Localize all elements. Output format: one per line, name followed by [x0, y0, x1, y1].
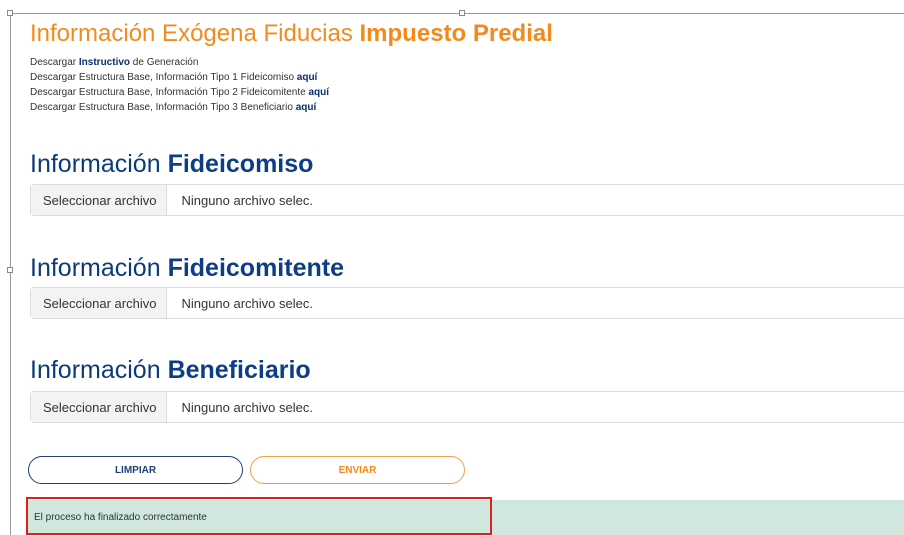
resize-handle-top-center[interactable] — [459, 10, 465, 16]
section-title-light: Información — [30, 150, 168, 178]
success-alert-message: El proceso ha finalizado correctamente — [34, 512, 207, 523]
download-tipo1-text: Descargar Estructura Base, Información T… — [30, 72, 297, 83]
select-file-button-fideicomitente[interactable]: Seleccionar archivo — [31, 288, 168, 318]
download-suffix: de Generación — [130, 57, 199, 68]
file-status-beneficiario: Ninguno archivo selec. — [181, 399, 313, 415]
download-tipo3-link[interactable]: aquí — [296, 102, 317, 113]
resize-handle-middle-left[interactable] — [7, 267, 13, 273]
download-instructivo-row: Descargar Instructivo de Generación — [30, 55, 329, 70]
section-title-light: Información — [30, 356, 168, 384]
section-title-beneficiario: Información Beneficiario — [30, 356, 311, 385]
section-title-fideicomitente: Información Fideicomitente — [30, 254, 344, 283]
section-title-bold: Fideicomiso — [167, 150, 314, 178]
file-input-fideicomitente[interactable]: Seleccionar archivo Ninguno archivo sele… — [30, 287, 904, 319]
select-file-button-fideicomiso[interactable]: Seleccionar archivo — [31, 185, 168, 215]
download-tipo1-row: Descargar Estructura Base, Información T… — [30, 70, 329, 85]
section-title-bold: Fideicomitente — [167, 254, 344, 282]
send-button[interactable]: ENVIAR — [250, 456, 465, 484]
section-title-bold: Beneficiario — [167, 356, 311, 384]
select-file-button-beneficiario[interactable]: Seleccionar archivo — [31, 392, 168, 422]
download-tipo1-link[interactable]: aquí — [297, 72, 318, 83]
file-status-fideicomitente: Ninguno archivo selec. — [181, 295, 313, 311]
download-tipo3-row: Descargar Estructura Base, Información T… — [30, 100, 329, 115]
success-alert: El proceso ha finalizado correctamente — [26, 500, 904, 535]
download-prefix: Descargar — [30, 57, 79, 68]
section-title-fideicomiso: Información Fideicomiso — [30, 150, 313, 179]
clear-button[interactable]: LIMPIAR — [28, 456, 243, 484]
page-title-bold: Impuesto Predial — [359, 20, 553, 47]
selection-frame-top — [10, 13, 904, 14]
file-input-beneficiario[interactable]: Seleccionar archivo Ninguno archivo sele… — [30, 391, 904, 423]
section-title-light: Información — [30, 254, 168, 282]
page-title-light: Información Exógena Fiducias — [30, 20, 360, 47]
resize-handle-top-left[interactable] — [7, 10, 13, 16]
file-status-fideicomiso: Ninguno archivo selec. — [181, 192, 313, 208]
download-tipo2-row: Descargar Estructura Base, Información T… — [30, 85, 329, 100]
download-links: Descargar Instructivo de Generación Desc… — [30, 55, 329, 115]
instructivo-link[interactable]: Instructivo — [79, 57, 130, 68]
download-tipo2-link[interactable]: aquí — [308, 87, 329, 98]
selection-frame-left — [10, 13, 11, 535]
download-tipo3-text: Descargar Estructura Base, Información T… — [30, 102, 296, 113]
download-tipo2-text: Descargar Estructura Base, Información T… — [30, 87, 309, 98]
file-input-fideicomiso[interactable]: Seleccionar archivo Ninguno archivo sele… — [30, 184, 904, 216]
page-title: Información Exógena Fiducias Impuesto Pr… — [30, 20, 553, 48]
